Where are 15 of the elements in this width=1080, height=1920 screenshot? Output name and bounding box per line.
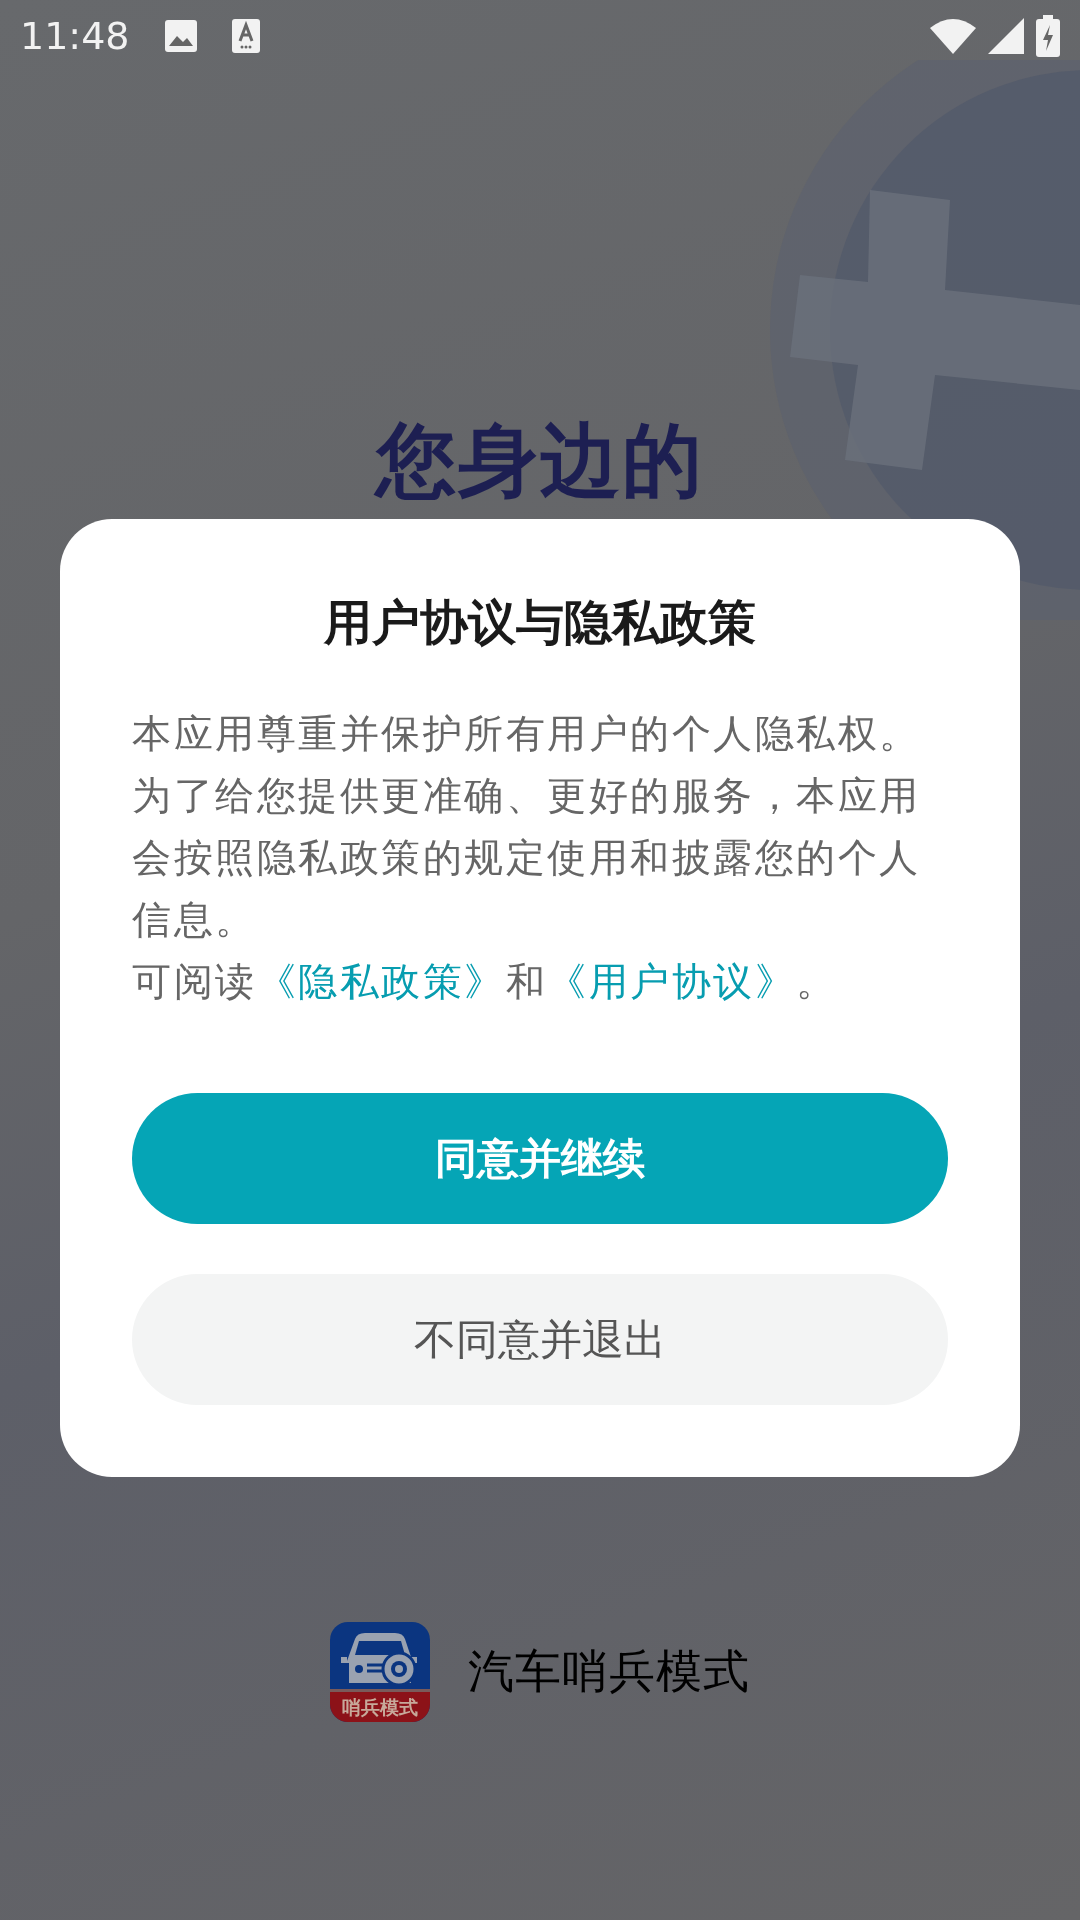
icon-caption: 哨兵模式 <box>330 1689 430 1722</box>
status-time: 11:48 <box>20 14 130 58</box>
privacy-notice: 本应用尊重并保护所有用户的个人隐私权。为了给您提供更准确、更好的服务，本应用会按照隐私政策的规定使用和披露您的个人信息。 <box>132 710 922 944</box>
decline-button[interactable]: 不同意并退出 <box>132 1274 948 1405</box>
app-name: 汽车哨兵模式 <box>468 1643 750 1700</box>
signal-icon <box>988 18 1024 54</box>
dialog-title: 用户协议与隐私政策 <box>322 593 757 652</box>
image-icon <box>163 19 198 53</box>
wifi-icon <box>930 18 976 54</box>
agree-button[interactable]: 同意并继续 <box>132 1093 948 1224</box>
accessibility-icon <box>231 19 260 53</box>
policy-link[interactable]: 《用户协议》 <box>547 959 796 1004</box>
read-line: 可阅读《隐私政策》和《用户协议》。 <box>132 958 839 1006</box>
battery-icon <box>1036 15 1060 57</box>
policy-link[interactable]: 《隐私政策》 <box>256 959 506 1004</box>
